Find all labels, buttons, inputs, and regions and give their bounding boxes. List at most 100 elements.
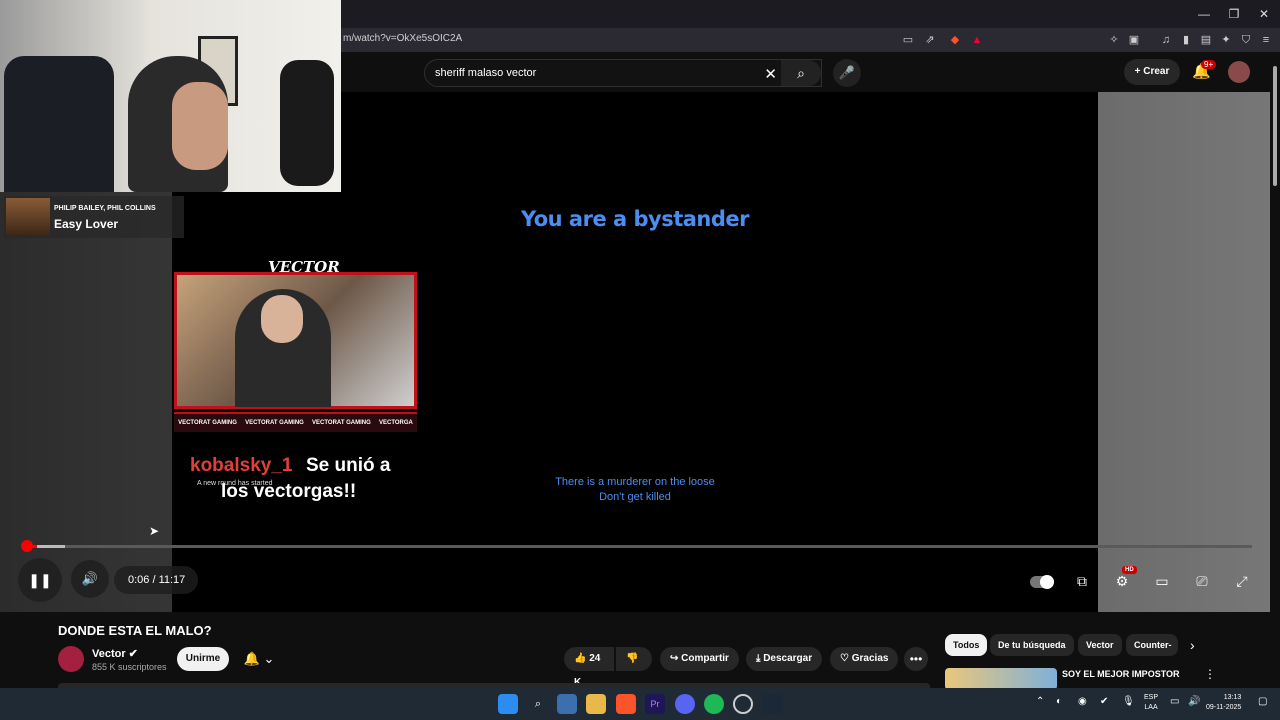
brave-icon[interactable] <box>616 694 636 714</box>
thanks-button[interactable]: ♡ Gracias <box>830 647 899 671</box>
right-controls: ⧉ ⚙ ▭ ⎚ ⤢ <box>1028 566 1256 596</box>
vpn-icon[interactable]: ⛉ <box>1239 33 1253 47</box>
url-text[interactable]: m/watch?v=OkXe5sOIC2A <box>343 33 462 44</box>
extensions-icon[interactable]: ✧ <box>1107 33 1121 47</box>
brave-shields-icon[interactable]: ◆ <box>948 33 962 47</box>
share-button[interactable]: ↪ Compartir <box>660 647 739 671</box>
streamer-face <box>172 82 228 170</box>
volume-button[interactable]: 🔊 <box>71 560 109 598</box>
subscriber-count: 855 K suscriptores <box>92 662 167 672</box>
like-button[interactable]: 👍 24 K <box>564 647 614 688</box>
cast-icon[interactable]: ⎚ <box>1188 567 1216 595</box>
chip-vector[interactable]: Vector <box>1078 634 1122 656</box>
chip-counter-strike[interactable]: Counter-S <box>1126 634 1178 656</box>
miniplayer-icon[interactable]: ▭ <box>1148 567 1176 595</box>
recommendation-title[interactable]: SOY EL MEJOR IMPOSTOR <box>1062 669 1180 679</box>
download-button[interactable]: ⤓ Descargar <box>746 647 823 671</box>
album-art <box>6 198 50 236</box>
new-round-text: A new round has started <box>197 480 273 487</box>
tray-discord-icon[interactable]: ◉ <box>1078 696 1087 707</box>
pause-button[interactable]: ❚❚ <box>18 558 62 602</box>
cam-person-face <box>261 295 303 343</box>
obs-icon[interactable] <box>733 694 753 714</box>
wallet-icon[interactable]: ▤ <box>1199 33 1213 47</box>
channel-avatar[interactable] <box>58 646 84 672</box>
install-app-icon[interactable]: ▭ <box>901 33 915 47</box>
bystander-text: You are a bystander <box>520 207 750 231</box>
maximize-button[interactable]: ❐ <box>1226 6 1242 22</box>
account-avatar[interactable] <box>1228 61 1250 83</box>
voice-search-button[interactable]: 🎤 <box>833 59 861 87</box>
chevron-right-icon[interactable]: › <box>1190 637 1195 653</box>
mouse-cursor-icon: ➤ <box>149 524 160 538</box>
fullscreen-icon[interactable]: ⤢ <box>1228 567 1256 595</box>
speaker-icon[interactable]: 🔊 <box>1188 696 1200 707</box>
instagram-social: VECTORGA <box>379 420 413 426</box>
guitar <box>280 60 334 186</box>
notification-center-icon[interactable]: ▢ <box>1258 696 1267 707</box>
search-input[interactable]: sheriff malaso vector <box>435 67 536 79</box>
subtitles-icon[interactable]: ⧉ <box>1068 567 1096 595</box>
video-title: DONDE ESTA EL MALO? <box>58 623 212 638</box>
twitter-social: VECTORAT GAMING <box>312 420 371 426</box>
join-button[interactable]: Unirme <box>177 647 229 671</box>
clock-time: 13:13 <box>1223 694 1242 701</box>
leo-ai-icon[interactable]: ✦ <box>1219 33 1233 47</box>
language-line-1: ESP <box>1144 694 1159 701</box>
dislike-button[interactable]: 👎 <box>616 647 652 671</box>
widgets-icon[interactable] <box>557 694 577 714</box>
page-scrollbar[interactable] <box>1270 52 1280 688</box>
channel-name[interactable]: Vector ✔ <box>92 647 138 660</box>
search-button[interactable]: ⌕ <box>781 60 821 86</box>
share-page-icon[interactable]: ⇗ <box>923 33 937 47</box>
now-playing-title: Easy Lover <box>54 217 119 231</box>
streamer-cam-overlay <box>174 272 417 409</box>
windows-taskbar: ⌕ Pr ⌃ ◐ ◉ ✔ 🎙 ESP LAA ▭ 🔊 13:13 09-11-2… <box>0 688 1280 720</box>
language-line-2: LAA <box>1144 704 1158 711</box>
tray-mic-icon[interactable]: 🎙 <box>1122 696 1135 707</box>
close-window-button[interactable]: ✕ <box>1256 6 1272 22</box>
clock-date: 09-11-2025 <box>1206 704 1242 711</box>
chip-all[interactable]: Todos <box>945 634 988 656</box>
tray-chevron-icon[interactable]: ⌃ <box>1036 696 1044 707</box>
steam-icon[interactable] <box>763 694 783 714</box>
recommendation-thumbnail[interactable] <box>945 668 1057 690</box>
now-playing-widget: PHILIP BAILEY, PHIL COLLINS Easy Lover <box>4 196 184 238</box>
discord-icon[interactable] <box>675 694 695 714</box>
tray-app-icon[interactable]: ◐ <box>1056 696 1062 707</box>
language-indicator[interactable]: ESP LAA <box>1144 693 1158 713</box>
sidebar-icon[interactable]: ▮ <box>1179 33 1193 47</box>
tray-check-icon[interactable]: ✔ <box>1100 696 1108 707</box>
gaming-chair <box>4 56 114 192</box>
scrollbar-thumb[interactable] <box>1273 66 1277 186</box>
join-alert-text-1: Se unió a <box>306 455 391 476</box>
media-icon[interactable]: ♫ <box>1159 33 1173 47</box>
social-links-bar: VECTORAT GAMING VECTORAT GAMING VECTORAT… <box>174 412 417 432</box>
menu-icon[interactable]: ≡ <box>1259 33 1273 47</box>
tab-icon[interactable]: ▣ <box>1127 33 1141 47</box>
subscription-bell-button[interactable]: 🔔 ⌄ <box>236 647 282 671</box>
hd-badge: HD <box>1122 566 1137 574</box>
spotify-icon[interactable] <box>704 694 724 714</box>
clock[interactable]: 13:13 09-11-2025 <box>1206 693 1241 713</box>
progress-bar[interactable] <box>26 545 1252 548</box>
file-explorer-icon[interactable] <box>586 694 606 714</box>
progress-scrubber[interactable] <box>21 540 33 552</box>
brave-rewards-icon[interactable]: ▲ <box>970 33 984 47</box>
webcam-overlay <box>0 0 341 192</box>
notification-badge: 9+ <box>1201 60 1217 69</box>
minimize-button[interactable]: — <box>1196 6 1212 22</box>
create-button[interactable]: + Crear <box>1124 59 1180 85</box>
youtube-social: VECTORAT GAMING <box>178 420 237 426</box>
more-actions-button[interactable]: ••• <box>904 647 928 671</box>
search-box[interactable]: sheriff malaso vector ✕ ⌕ <box>424 59 822 87</box>
search-icon[interactable]: ⌕ <box>528 694 548 714</box>
clear-search-icon[interactable]: ✕ <box>764 65 777 83</box>
network-icon[interactable]: ▭ <box>1170 696 1179 707</box>
start-icon[interactable] <box>498 694 518 714</box>
now-playing-artist: PHILIP BAILEY, PHIL COLLINS <box>54 205 156 212</box>
autoplay-toggle[interactable] <box>1028 567 1056 595</box>
premiere-icon[interactable]: Pr <box>645 694 665 714</box>
chip-from-search[interactable]: De tu búsqueda <box>990 634 1074 656</box>
recommendation-menu-icon[interactable]: ⋮ <box>1204 667 1216 681</box>
